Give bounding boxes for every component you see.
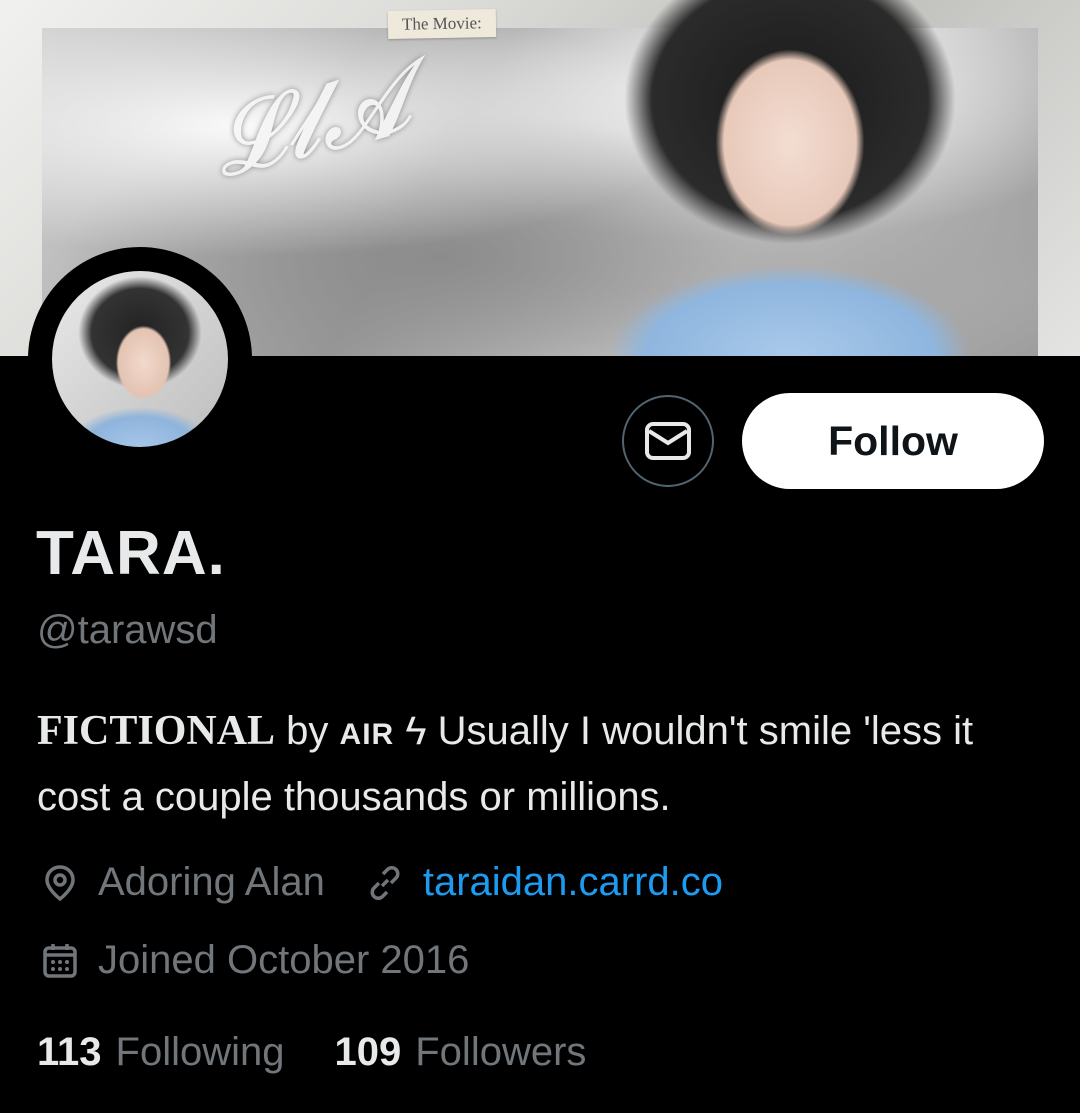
follow-stats: 113 Following 109 Followers: [37, 1030, 636, 1075]
banner-portrait: [560, 0, 1020, 356]
bio-by: by: [286, 709, 329, 753]
calendar-icon: [40, 941, 80, 981]
display-name: TARA.: [36, 519, 226, 588]
profile-meta-row: Adoring Alan taraidan.carrd.co: [40, 860, 723, 905]
envelope-icon: [645, 422, 691, 460]
bio-bolt: ϟ: [405, 709, 427, 753]
followers-link[interactable]: 109 Followers: [335, 1030, 587, 1075]
follow-button[interactable]: Follow: [742, 393, 1044, 489]
joined-date: Joined October 2016: [98, 938, 470, 982]
bio-air: AIR: [339, 718, 395, 751]
following-link[interactable]: 113 Following: [37, 1030, 285, 1075]
avatar-image: [52, 271, 228, 447]
user-handle: @tarawsd: [37, 608, 218, 652]
message-button[interactable]: [622, 395, 714, 487]
followers-label: Followers: [415, 1030, 587, 1074]
banner-tag: The Movie:: [387, 9, 497, 39]
website-link[interactable]: taraidan.carrd.co: [423, 860, 723, 905]
bio: FICTIONAL by AIR ϟ Usually I wouldn't sm…: [37, 700, 1047, 829]
avatar[interactable]: [28, 247, 252, 471]
following-count: 113: [37, 1030, 102, 1074]
location-text: Adoring Alan: [98, 860, 325, 904]
location-pin-icon: [40, 863, 80, 903]
followers-count: 109: [334, 1030, 402, 1074]
bio-brand: FICTIONAL: [37, 708, 276, 754]
joined-row: Joined October 2016: [40, 938, 469, 983]
link-icon: [365, 863, 405, 903]
following-label: Following: [115, 1030, 285, 1074]
